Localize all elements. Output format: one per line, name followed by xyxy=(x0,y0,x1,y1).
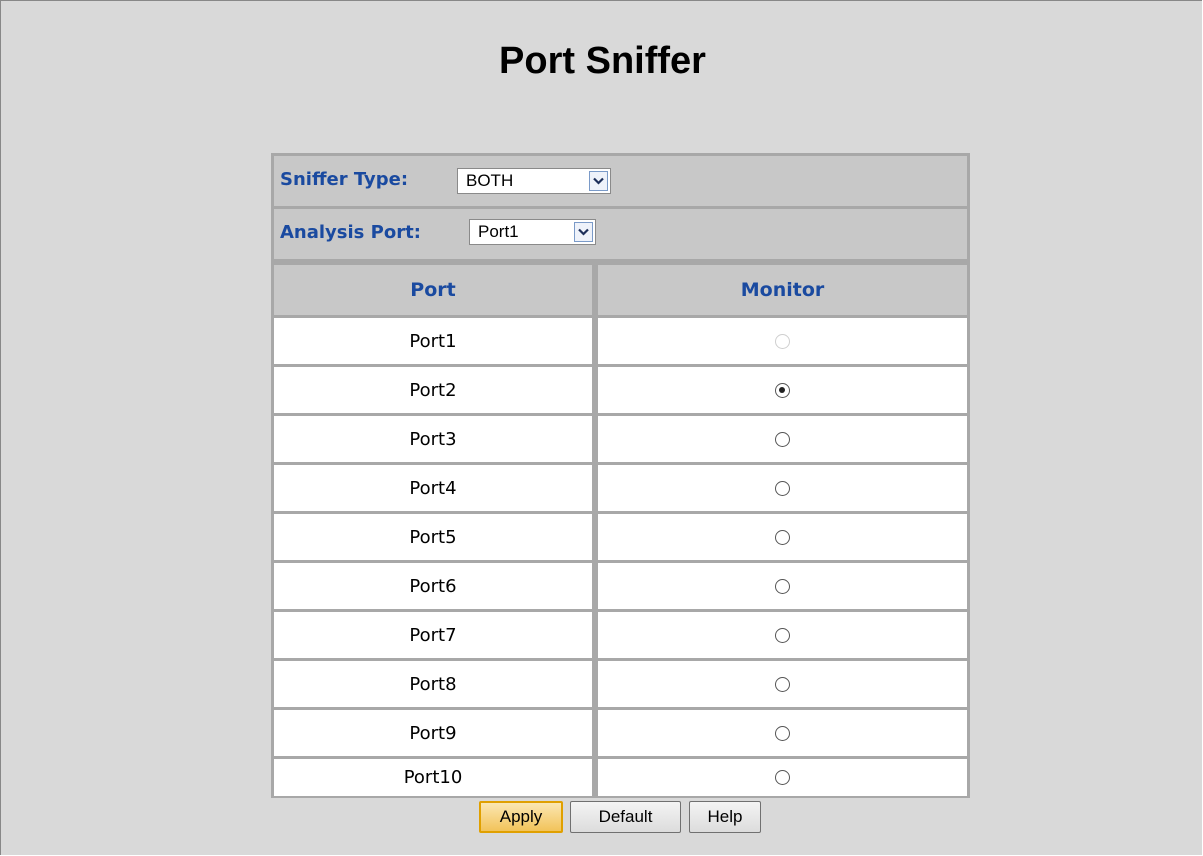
monitor-cell xyxy=(598,514,967,560)
analysis-port-select[interactable]: Port1 xyxy=(469,219,596,245)
analysis-port-value: Port1 xyxy=(478,222,519,241)
port-cell: Port2 xyxy=(274,367,592,413)
port-sniffer-table: Sniffer Type: BOTH Analysis Port: Port1 … xyxy=(271,153,970,798)
page-background: Port Sniffer Sniffer Type: BOTH Analysis… xyxy=(0,0,1202,855)
monitor-radio[interactable] xyxy=(775,770,790,785)
monitor-cell xyxy=(598,710,967,756)
monitor-cell xyxy=(598,563,967,609)
monitor-cell xyxy=(598,612,967,658)
sniffer-type-select[interactable]: BOTH xyxy=(457,168,611,194)
column-header-port: Port xyxy=(274,265,592,315)
port-cell: Port8 xyxy=(274,661,592,707)
chevron-down-icon[interactable] xyxy=(589,171,608,191)
analysis-port-row: Analysis Port: Port1 xyxy=(274,209,967,259)
monitor-cell xyxy=(598,759,967,796)
monitor-radio[interactable] xyxy=(775,529,790,545)
port-cell: Port9 xyxy=(274,710,592,756)
monitor-cell xyxy=(598,465,967,511)
port-cell: Port10 xyxy=(274,759,592,796)
port-cell: Port1 xyxy=(274,318,592,364)
monitor-cell xyxy=(598,661,967,707)
sniffer-type-label: Sniffer Type: xyxy=(280,169,409,190)
monitor-cell xyxy=(598,367,967,413)
port-cell: Port6 xyxy=(274,563,592,609)
help-button[interactable]: Help xyxy=(689,801,761,833)
monitor-radio[interactable] xyxy=(775,431,790,447)
monitor-radio[interactable] xyxy=(775,382,790,398)
monitor-radio[interactable] xyxy=(775,578,790,594)
default-button[interactable]: Default xyxy=(570,801,681,833)
port-cell: Port4 xyxy=(274,465,592,511)
monitor-radio[interactable] xyxy=(775,676,790,692)
monitor-cell xyxy=(598,318,967,364)
port-cell: Port5 xyxy=(274,514,592,560)
column-header-monitor: Monitor xyxy=(598,265,967,315)
monitor-radio[interactable] xyxy=(775,480,790,496)
monitor-cell xyxy=(598,416,967,462)
sniffer-type-row: Sniffer Type: BOTH xyxy=(274,156,967,206)
monitor-radio xyxy=(775,333,790,349)
apply-button[interactable]: Apply xyxy=(479,801,563,833)
port-cell: Port3 xyxy=(274,416,592,462)
port-cell: Port7 xyxy=(274,612,592,658)
sniffer-type-value: BOTH xyxy=(466,171,514,190)
analysis-port-label: Analysis Port: xyxy=(280,222,421,243)
page-title: Port Sniffer xyxy=(499,40,706,82)
monitor-radio[interactable] xyxy=(775,725,790,741)
chevron-down-icon[interactable] xyxy=(574,222,593,242)
monitor-radio[interactable] xyxy=(775,627,790,643)
